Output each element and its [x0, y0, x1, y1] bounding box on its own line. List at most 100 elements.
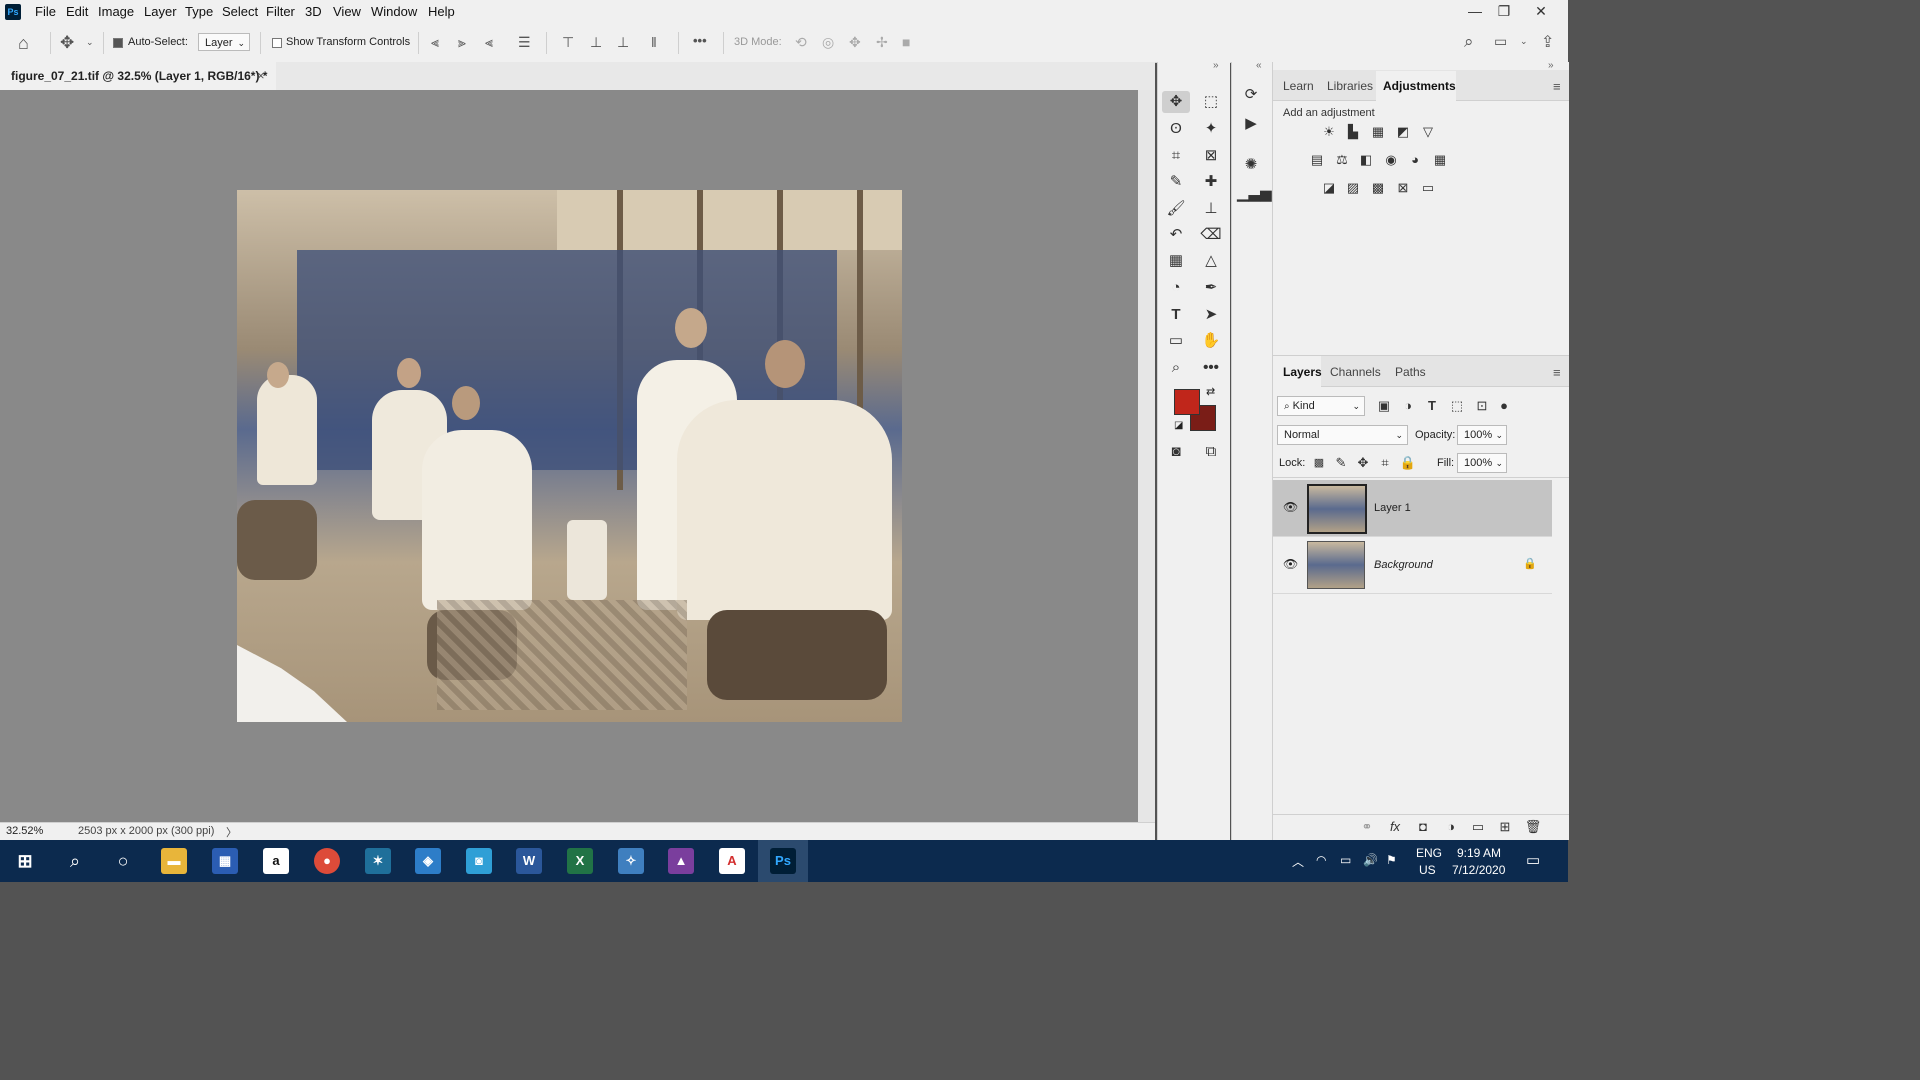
- eraser-tool-icon[interactable]: ⌫: [1197, 224, 1225, 246]
- store-icon[interactable]: ▦: [212, 848, 238, 874]
- trash-icon[interactable]: 🗑: [1524, 818, 1542, 836]
- smart-object-filter-icon[interactable]: ⊡: [1473, 397, 1491, 415]
- opacity-field[interactable]: 100% ⌄: [1457, 425, 1507, 445]
- workspace-icon[interactable]: ▭: [1494, 33, 1507, 50]
- chevron-down-icon[interactable]: ⌄: [86, 37, 94, 48]
- default-colors-icon[interactable]: ◪: [1174, 420, 1183, 431]
- flag-icon[interactable]: ⚑: [1386, 853, 1397, 867]
- dodge-tool-icon[interactable]: ◔: [1162, 277, 1190, 299]
- type-filter-icon[interactable]: T: [1423, 397, 1441, 415]
- exposure-icon[interactable]: ◩: [1394, 123, 1412, 141]
- excel-icon[interactable]: X: [567, 848, 593, 874]
- notifications-icon[interactable]: ▭: [1526, 851, 1540, 869]
- actions-panel-icon[interactable]: ▶: [1237, 113, 1265, 135]
- file-explorer-icon[interactable]: ▬: [161, 848, 187, 874]
- layer-name[interactable]: Layer 1: [1374, 502, 1411, 514]
- close-tab-icon[interactable]: ×: [257, 68, 265, 83]
- app-icon-2[interactable]: ◈: [415, 848, 441, 874]
- wifi-icon[interactable]: ◠: [1316, 853, 1326, 867]
- menu-layer[interactable]: Layer: [144, 4, 177, 19]
- shape-filter-icon[interactable]: ⬚: [1448, 397, 1466, 415]
- word-icon[interactable]: W: [516, 848, 542, 874]
- filter-toggle-icon[interactable]: ●: [1495, 397, 1513, 415]
- tab-libraries[interactable]: Libraries: [1327, 79, 1373, 93]
- magic-wand-tool-icon[interactable]: ✦: [1197, 118, 1225, 140]
- menu-select[interactable]: Select: [222, 4, 258, 19]
- kind-filter-dropdown[interactable]: ⌕ Kind ⌄: [1277, 396, 1365, 416]
- blend-mode-dropdown[interactable]: Normal ⌄: [1277, 425, 1408, 445]
- restore-button[interactable]: ❐: [1489, 0, 1519, 22]
- expand-icon[interactable]: «: [1256, 60, 1262, 71]
- chevron-up-icon[interactable]: ︿: [1292, 853, 1304, 870]
- color-lookup-icon[interactable]: ▦: [1431, 151, 1449, 169]
- move-tool-icon[interactable]: ✥: [1162, 91, 1190, 113]
- blur-tool-icon[interactable]: △: [1197, 250, 1225, 272]
- collapse-icon[interactable]: »: [1213, 60, 1219, 71]
- layer-row-layer-1[interactable]: 👁 Layer 1: [1273, 480, 1552, 536]
- affinity-icon[interactable]: ▲: [668, 848, 694, 874]
- tab-paths[interactable]: Paths: [1395, 365, 1426, 379]
- volume-icon[interactable]: 🔊: [1363, 853, 1378, 867]
- visibility-eye-icon[interactable]: 👁: [1283, 557, 1298, 571]
- menu-3d[interactable]: 3D: [305, 4, 322, 19]
- menu-type[interactable]: Type: [185, 4, 213, 19]
- menu-image[interactable]: Image: [98, 4, 134, 19]
- minimize-button[interactable]: —: [1460, 0, 1490, 22]
- layers-panel-menu-icon[interactable]: ≡: [1553, 365, 1561, 380]
- rectangle-tool-icon[interactable]: ▭: [1162, 330, 1190, 352]
- align-vcenter-icon[interactable]: ⊥: [590, 34, 602, 51]
- black-white-icon[interactable]: ◧: [1357, 151, 1375, 169]
- orbit-3d-icon[interactable]: ⟲: [795, 34, 807, 51]
- zoom-tool-icon[interactable]: ⌕: [1162, 357, 1190, 379]
- visibility-eye-icon[interactable]: 👁: [1283, 500, 1298, 514]
- tab-layers[interactable]: Layers: [1283, 365, 1322, 379]
- fill-field[interactable]: 100% ⌄: [1457, 453, 1507, 473]
- slide-3d-icon[interactable]: ✢: [876, 34, 888, 51]
- foreground-color-swatch[interactable]: [1174, 389, 1200, 415]
- stamp-tool-icon[interactable]: ⊥: [1197, 198, 1225, 220]
- lock-artboard-icon[interactable]: ⌗: [1376, 454, 1394, 472]
- levels-icon[interactable]: ▙: [1344, 123, 1362, 141]
- screen-mode-icon[interactable]: ⧉: [1197, 441, 1225, 463]
- battery-icon[interactable]: ▭: [1340, 853, 1351, 867]
- auto-select-dropdown[interactable]: Layer ⌄: [198, 33, 250, 51]
- distribute-horizontal-icon[interactable]: ☰: [518, 34, 531, 51]
- status-menu-arrow[interactable]: 〉: [226, 824, 237, 840]
- swap-colors-icon[interactable]: ⇄: [1206, 385, 1215, 398]
- history-brush-tool-icon[interactable]: ↶: [1162, 224, 1190, 246]
- document-tab[interactable]: figure_07_21.tif @ 32.5% (Layer 1, RGB/1…: [0, 62, 276, 90]
- layer-row-background[interactable]: 👁 Background 🔒: [1273, 536, 1552, 594]
- show-transform-checkbox[interactable]: [272, 38, 282, 48]
- posterize-icon[interactable]: ▨: [1344, 179, 1362, 197]
- frame-tool-icon[interactable]: ⊠: [1197, 145, 1225, 167]
- lock-all-icon[interactable]: 🔒: [1399, 454, 1417, 472]
- menu-filter[interactable]: Filter: [266, 4, 295, 19]
- lock-position-icon[interactable]: ✥: [1354, 454, 1372, 472]
- gradient-tool-icon[interactable]: ▦: [1162, 250, 1190, 272]
- distribute-vertical-icon[interactable]: ‖: [651, 34, 657, 50]
- align-right-icon[interactable]: ⫷: [485, 34, 493, 51]
- vertical-scrollbar[interactable]: [1138, 90, 1155, 822]
- hand-tool-icon[interactable]: ✋: [1197, 330, 1225, 352]
- pan-3d-icon[interactable]: ✥: [849, 34, 861, 51]
- menu-help[interactable]: Help: [428, 4, 455, 19]
- hue-saturation-icon[interactable]: ▤: [1308, 151, 1326, 169]
- histogram-icon[interactable]: ▁▃▅: [1237, 183, 1272, 205]
- selective-color-icon[interactable]: ⊠: [1394, 179, 1412, 197]
- threshold-icon[interactable]: ▩: [1369, 179, 1387, 197]
- roll-3d-icon[interactable]: ◎: [822, 34, 834, 51]
- language-label[interactable]: ENG: [1416, 846, 1442, 860]
- fx-icon[interactable]: fx: [1386, 818, 1404, 836]
- app-icon-3[interactable]: ✧: [618, 848, 644, 874]
- pen-tool-icon[interactable]: ✒: [1197, 277, 1225, 299]
- camera-app-icon[interactable]: ◙: [466, 848, 492, 874]
- link-icon[interactable]: ⚭: [1358, 818, 1376, 836]
- healing-brush-tool-icon[interactable]: ✚: [1197, 171, 1225, 193]
- search-icon[interactable]: ⌕: [62, 848, 88, 874]
- tab-adjustments[interactable]: Adjustments: [1383, 79, 1456, 93]
- new-layer-icon[interactable]: ⊞: [1496, 818, 1514, 836]
- windows-start-icon[interactable]: ⊞: [12, 848, 38, 874]
- adjustment-filter-icon[interactable]: ◑: [1399, 397, 1417, 415]
- brush-tool-icon[interactable]: 🖌: [1162, 198, 1190, 220]
- align-hcenter-icon[interactable]: ⫸: [458, 34, 466, 51]
